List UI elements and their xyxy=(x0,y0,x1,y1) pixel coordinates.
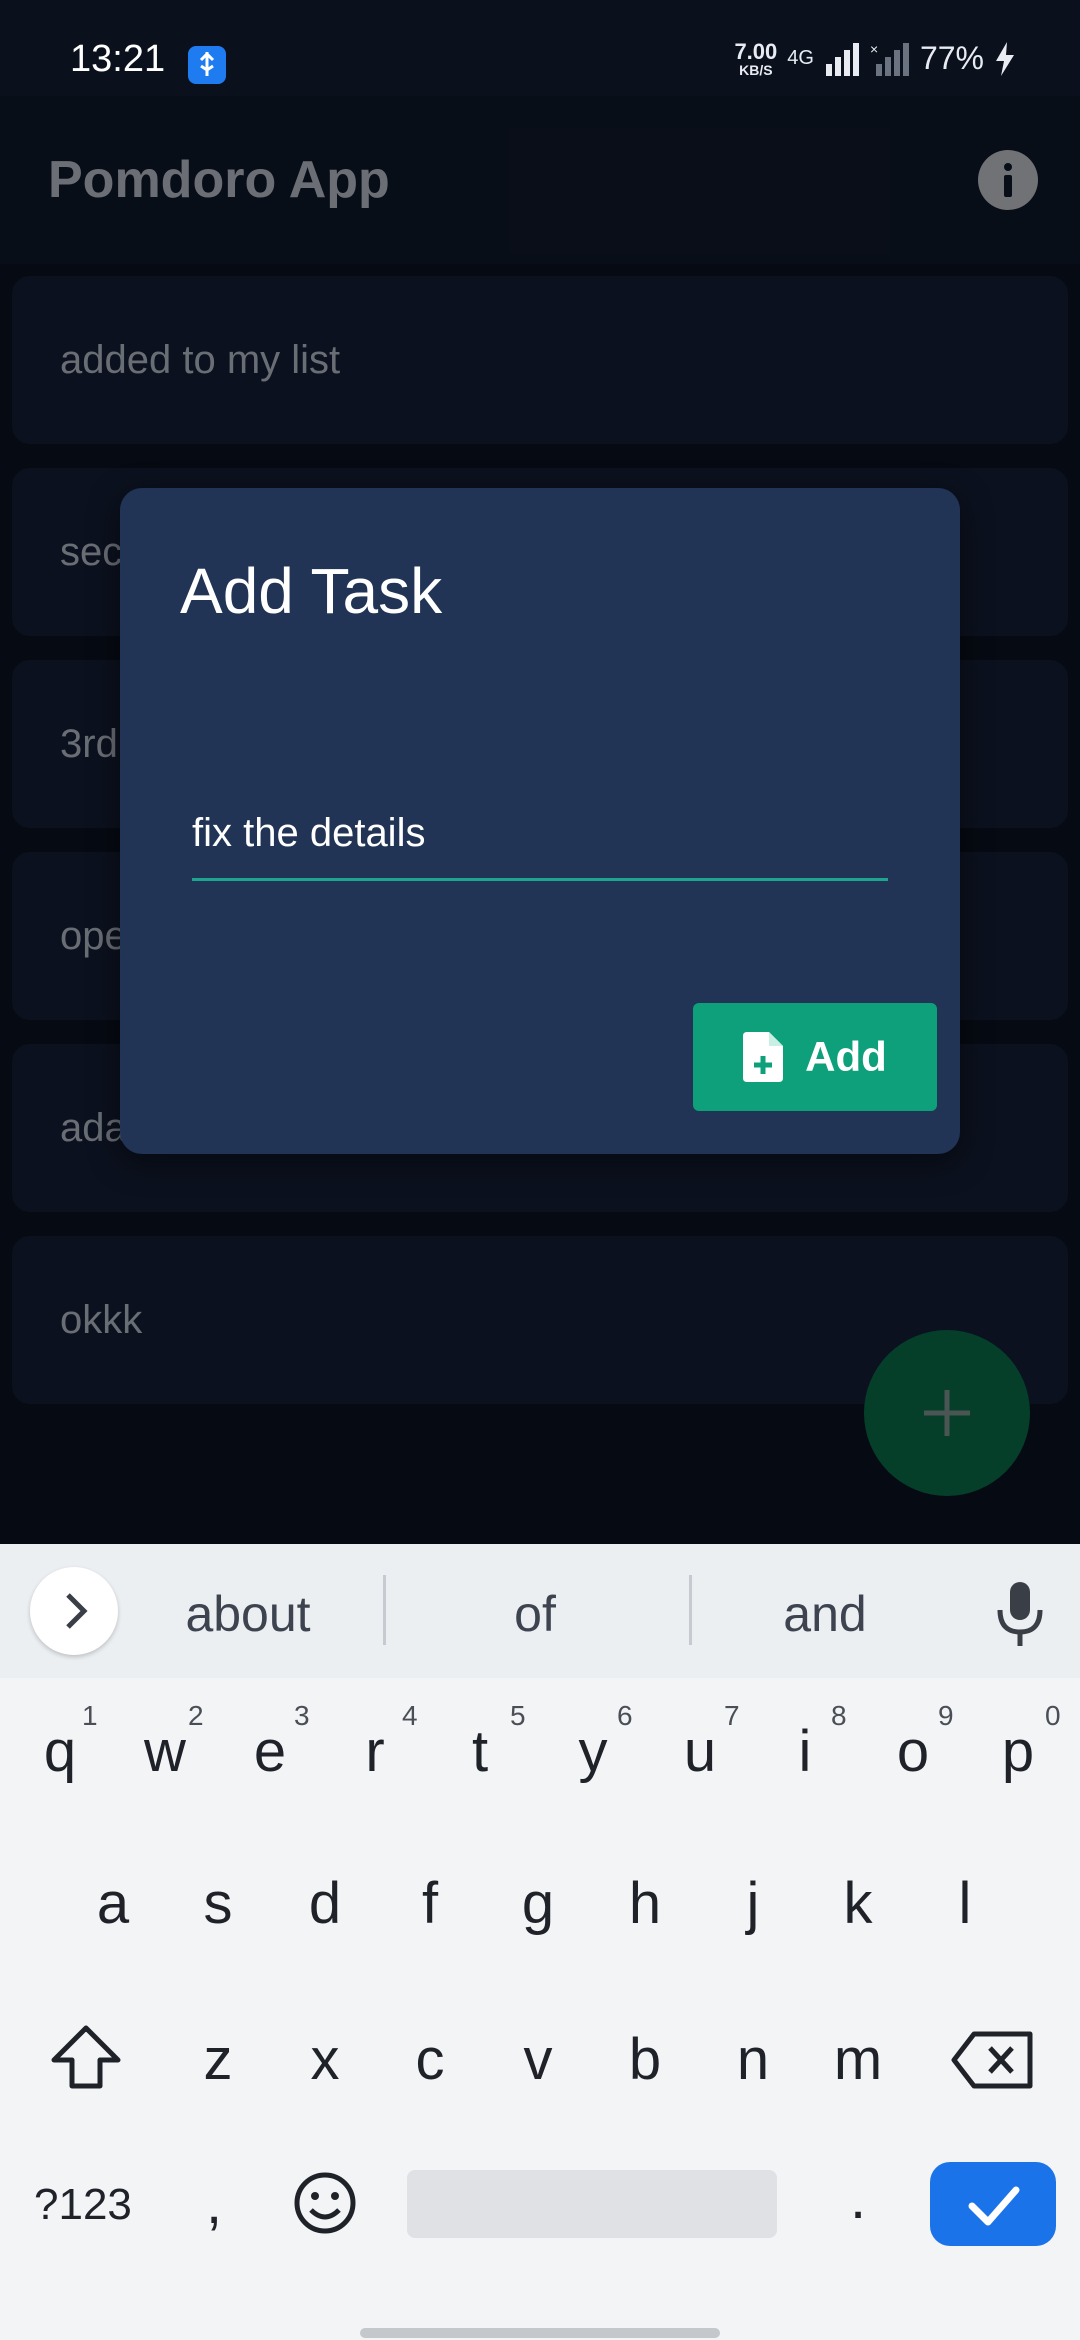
check-icon xyxy=(968,2186,1020,2226)
key-hint: 8 xyxy=(831,1700,847,1731)
suggestion-3[interactable]: and xyxy=(695,1585,955,1643)
key-c[interactable]: c xyxy=(390,2026,470,2093)
add-task-dialog: Add Task Add xyxy=(120,488,960,1154)
network-type: 4G xyxy=(787,47,814,69)
key-h[interactable]: h xyxy=(605,1870,685,1937)
key-z[interactable]: z xyxy=(178,2026,258,2093)
key-a[interactable]: a xyxy=(73,1870,153,1937)
comma-key[interactable]: , xyxy=(206,2170,222,2237)
svg-text:×: × xyxy=(870,42,878,57)
suggestion-divider xyxy=(383,1575,386,1645)
key-hint: 5 xyxy=(510,1700,526,1731)
key-n[interactable]: n xyxy=(713,2026,793,2093)
emoji-key[interactable] xyxy=(292,2170,358,2241)
shift-icon xyxy=(51,2025,121,2089)
key-hint: 9 xyxy=(938,1700,954,1731)
key-hint: 2 xyxy=(188,1700,204,1731)
key-j[interactable]: j xyxy=(713,1870,793,1937)
space-key[interactable] xyxy=(407,2170,777,2238)
shift-key[interactable] xyxy=(48,2022,124,2097)
key-b[interactable]: b xyxy=(605,2026,685,2093)
net-speed-unit: KB/S xyxy=(739,61,773,78)
key-s[interactable]: s xyxy=(178,1870,258,1937)
signal-empty-icon: × xyxy=(870,42,909,76)
suggestion-2[interactable]: of xyxy=(405,1585,665,1643)
add-button[interactable]: Add xyxy=(693,1003,937,1111)
add-button-label: Add xyxy=(805,1033,887,1080)
suggestion-divider xyxy=(689,1575,692,1645)
battery-level: 77% xyxy=(919,40,984,76)
key-l[interactable]: l xyxy=(925,1870,1005,1937)
key-hint: 0 xyxy=(1045,1700,1061,1731)
key-d[interactable]: d xyxy=(285,1870,365,1937)
key-g[interactable]: g xyxy=(498,1870,578,1937)
signal-icon xyxy=(825,42,859,76)
symbols-key[interactable]: ?123 xyxy=(34,2180,132,2230)
status-time: 13:21 xyxy=(70,38,166,80)
key-m[interactable]: m xyxy=(818,2026,898,2093)
enter-key[interactable] xyxy=(930,2162,1056,2246)
net-speed-value: 7.00 xyxy=(734,38,778,64)
key-hint: 1 xyxy=(82,1700,98,1731)
suggestion-1[interactable]: about xyxy=(118,1585,378,1643)
key-x[interactable]: x xyxy=(285,2026,365,2093)
dialog-title: Add Task xyxy=(180,555,443,627)
net-speed: 7.00 KB/S xyxy=(734,38,778,78)
file-add-icon xyxy=(743,1032,784,1082)
key-k[interactable]: k xyxy=(818,1870,898,1937)
period-key[interactable]: . xyxy=(850,2165,866,2232)
chevron-right-icon xyxy=(66,1593,88,1629)
emoji-icon xyxy=(294,2172,356,2234)
task-input[interactable] xyxy=(192,788,888,881)
key-v[interactable]: v xyxy=(498,2026,578,2093)
key-hint: 3 xyxy=(294,1700,310,1731)
expand-toolbar-button[interactable] xyxy=(30,1567,118,1655)
gesture-nav-handle[interactable] xyxy=(360,2328,720,2338)
status-indicators: 7.00 KB/S 4G × 77% xyxy=(734,40,1016,77)
key-f[interactable]: f xyxy=(390,1870,470,1937)
backspace-icon xyxy=(951,2031,1033,2089)
key-hint: 4 xyxy=(402,1700,418,1731)
key-hint: 6 xyxy=(617,1700,633,1731)
key-hint: 7 xyxy=(724,1700,740,1731)
key-t[interactable]: t xyxy=(440,1718,520,1785)
charging-icon xyxy=(996,41,1014,76)
backspace-key[interactable] xyxy=(950,2030,1036,2095)
mic-icon[interactable] xyxy=(990,1580,1050,1655)
usb-icon xyxy=(188,46,226,84)
